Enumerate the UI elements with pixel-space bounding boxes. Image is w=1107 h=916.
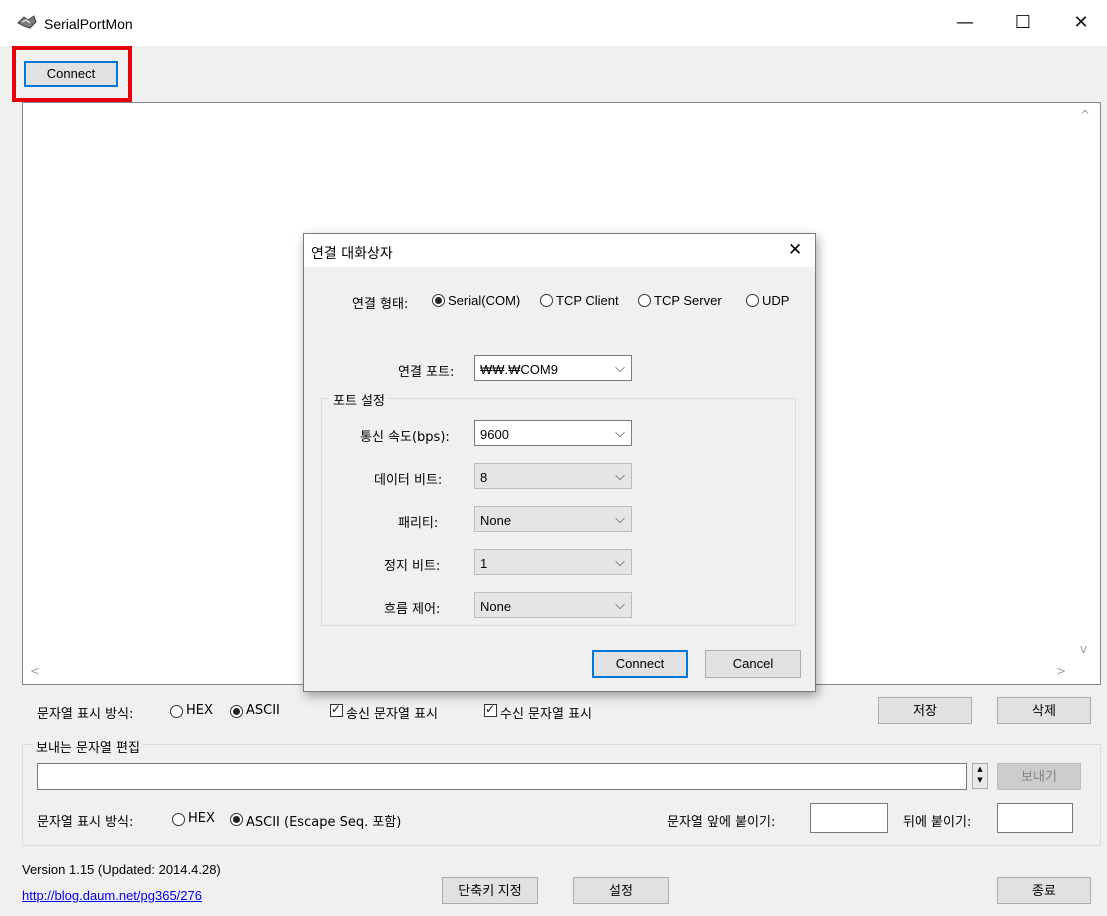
stopbits-value: 1 (480, 556, 488, 571)
scroll-left-arrow[interactable]: < (30, 664, 40, 678)
parity-value: None (480, 513, 512, 528)
send-format-label: 문자열 표시 방식: (37, 815, 134, 830)
title-bar: SerialPortMon — ☐ ✕ (0, 0, 1107, 46)
display-ascii-label: ASCII (246, 703, 280, 718)
minimize-button[interactable]: — (950, 8, 980, 38)
chevron-down-icon: ⌵ (615, 360, 625, 375)
conn-udp-label: UDP (762, 293, 790, 308)
databits-select[interactable]: 8 ⌵ (474, 463, 632, 489)
baud-select[interactable]: 9600 ⌵ (474, 420, 632, 446)
dialog-title-bar: 연결 대화상자 ✕ (304, 234, 815, 267)
send-string-input[interactable] (37, 763, 967, 790)
conn-tcp-client-label: TCP Client (556, 293, 619, 308)
flow-select[interactable]: None ⌵ (474, 592, 632, 618)
connect-dialog: 연결 대화상자 ✕ 연결 형태: Serial(COM) TCP Client … (303, 233, 816, 692)
history-spinner[interactable]: ▲ ▼ (972, 763, 988, 789)
parity-label: 패리티: (398, 516, 439, 531)
flow-label: 흐름 제어: (384, 602, 441, 617)
conn-tcp-server-radio[interactable] (638, 294, 651, 307)
scroll-up-arrow[interactable]: ^ (1080, 108, 1090, 122)
conn-type-label: 연결 형태: (352, 297, 409, 312)
version-text: Version 1.15 (Updated: 2014.4.28) (22, 862, 221, 877)
parity-select[interactable]: None ⌵ (474, 506, 632, 532)
scroll-down-arrow[interactable]: v (1080, 642, 1087, 656)
show-received-checkbox[interactable] (484, 702, 497, 717)
dialog-title: 연결 대화상자 (311, 246, 393, 262)
highlight-box (12, 46, 132, 102)
port-select[interactable]: ₩₩.₩COM9 ⌵ (474, 355, 632, 381)
chevron-down-icon: ⌵ (615, 597, 625, 612)
chevron-down-icon: ⌵ (615, 425, 625, 440)
scroll-right-arrow[interactable]: > (1056, 664, 1066, 678)
conn-tcp-client-radio[interactable] (540, 294, 553, 307)
save-button[interactable]: 저장 (878, 697, 972, 724)
dialog-connect-button[interactable]: Connect (592, 650, 688, 678)
flow-value: None (480, 599, 512, 614)
port-label: 연결 포트: (398, 365, 455, 380)
conn-tcp-server-label: TCP Server (654, 293, 722, 308)
exit-button[interactable]: 종료 (997, 877, 1091, 904)
conn-serial-label: Serial(COM) (448, 293, 521, 308)
settings-button[interactable]: 설정 (573, 877, 669, 904)
show-sent-checkbox[interactable] (330, 702, 343, 717)
dialog-close-button[interactable]: ✕ (788, 240, 802, 260)
port-value: ₩₩.₩COM9 (480, 362, 558, 377)
display-hex-radio[interactable] (170, 705, 183, 718)
conn-serial-radio[interactable] (432, 294, 445, 307)
stopbits-select[interactable]: 1 ⌵ (474, 549, 632, 575)
chevron-down-icon: ⌵ (615, 511, 625, 526)
show-received-label: 수신 문자열 표시 (500, 707, 592, 722)
conn-udp-radio[interactable] (746, 294, 759, 307)
show-sent-label: 송신 문자열 표시 (346, 707, 438, 722)
shortcut-button[interactable]: 단축키 지정 (442, 877, 538, 904)
maximize-button[interactable]: ☐ (1008, 8, 1038, 38)
chevron-down-icon: ⌵ (615, 554, 625, 569)
display-format-label: 문자열 표시 방식: (37, 707, 134, 722)
prefix-input[interactable] (810, 803, 888, 833)
databits-label: 데이터 비트: (374, 473, 443, 488)
port-settings-title: 포트 설정 (330, 390, 388, 409)
stopbits-label: 정지 비트: (384, 559, 441, 574)
display-ascii-radio[interactable] (230, 705, 243, 718)
baud-value: 9600 (480, 427, 509, 442)
app-icon (17, 15, 37, 29)
window-title: SerialPortMon (44, 16, 133, 32)
dialog-cancel-button[interactable]: Cancel (705, 650, 801, 678)
display-hex-label: HEX (186, 703, 213, 718)
send-groupbox (22, 744, 1101, 846)
send-hex-label: HEX (188, 811, 215, 826)
databits-value: 8 (480, 470, 488, 485)
close-window-button[interactable]: ✕ (1066, 8, 1096, 38)
send-hex-radio[interactable] (172, 813, 185, 826)
delete-button[interactable]: 삭제 (997, 697, 1091, 724)
suffix-label: 뒤에 붙이기: (903, 815, 972, 830)
suffix-input[interactable] (997, 803, 1073, 833)
prefix-label: 문자열 앞에 붙이기: (667, 815, 776, 830)
chevron-down-icon: ⌵ (615, 468, 625, 483)
send-ascii-label: ASCII (Escape Seq. 포함) (246, 815, 402, 830)
send-button[interactable]: 보내기 (997, 763, 1081, 790)
send-ascii-radio[interactable] (230, 813, 243, 826)
baud-label: 통신 속도(bps): (360, 430, 450, 445)
send-group-title: 보내는 문자열 편집 (33, 737, 143, 756)
blog-link[interactable]: http://blog.daum.net/pg365/276 (22, 888, 202, 903)
